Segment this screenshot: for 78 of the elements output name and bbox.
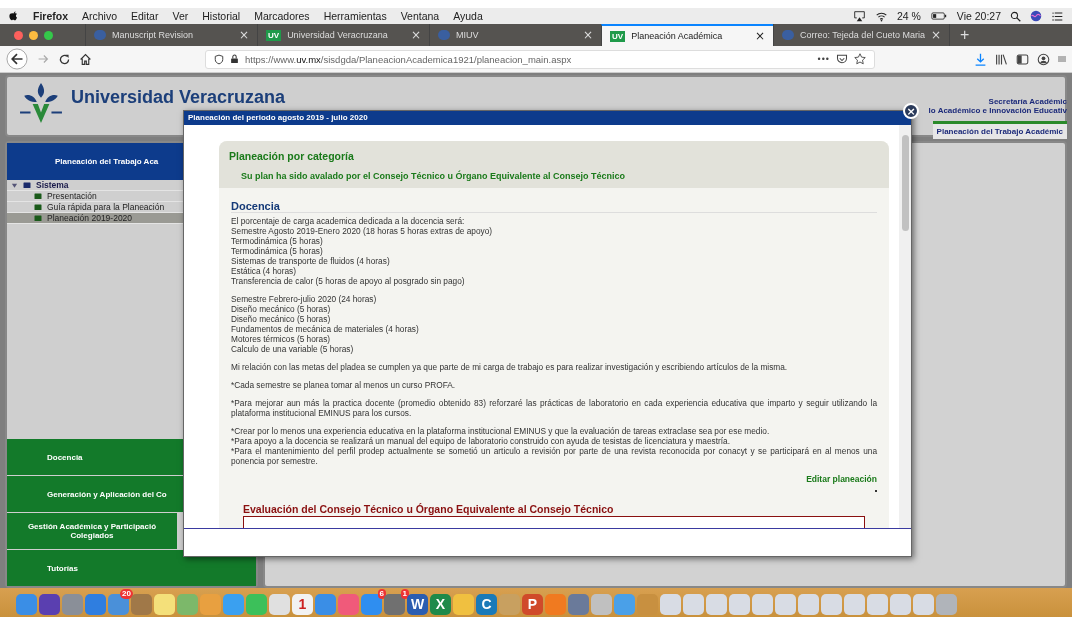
close-tab-button[interactable]: × xyxy=(238,28,249,42)
page-actions-button[interactable]: ••• xyxy=(817,54,830,64)
app-icon[interactable]: P xyxy=(522,593,543,615)
minimize-window-button[interactable] xyxy=(29,30,38,40)
battery-percent: 24 % xyxy=(896,10,921,22)
sidebar-icon xyxy=(1016,52,1029,66)
plan-text: Diseño mecánico (5 horas) xyxy=(231,314,332,324)
scrollbar[interactable] xyxy=(899,125,911,528)
url-text: https://www.uv.mx/sisdgda/PlaneacionAcademica1921/planeacion_main.aspx xyxy=(245,53,573,65)
plan-text: Sistemas de transporte de fluidos (4 horas) xyxy=(231,256,391,266)
close-tab-button[interactable]: × xyxy=(754,29,765,43)
menu-item[interactable]: Ventana xyxy=(400,10,440,22)
address-field[interactable]: https://www.uv.mx/sisdgda/PlaneacionAcademica1921/planeacion_main.aspx ••• xyxy=(205,49,875,69)
app-icon[interactable]: C xyxy=(476,593,497,615)
lock-icon xyxy=(230,54,239,64)
plan-text: *Crear por lo menos una experiencia educativa en la plataforma institucional EMINUS y que la evaluación de tareas extraclase sea por ese medio. xyxy=(231,426,771,436)
plan-text: Termodinámica (5 horas) xyxy=(231,246,324,256)
siri-icon xyxy=(1030,10,1042,22)
library-icon xyxy=(995,52,1008,66)
plan-text: Estática (4 horas) xyxy=(231,266,298,276)
category-button[interactable]: Tutorías xyxy=(7,549,256,586)
plan-text: Fundamentos de mecánica de materiales (4 horas) xyxy=(231,324,420,334)
tab-favicon xyxy=(94,30,106,40)
plan-text: Diseño mecánico (5 horas) xyxy=(231,304,332,314)
account-icon xyxy=(1037,52,1050,66)
university-logo-icon xyxy=(17,81,65,125)
expand-triangle-icon xyxy=(11,181,18,189)
menu-item[interactable]: Marcadores xyxy=(254,10,310,22)
menu-item[interactable]: Herramientas xyxy=(323,10,387,22)
section-label: Planeación del Trabajo Académic xyxy=(932,121,1067,139)
menu-item[interactable]: Ayuda xyxy=(453,10,483,22)
list-icon xyxy=(1051,10,1064,22)
home-icon xyxy=(79,52,92,66)
menu-item[interactable]: Ver xyxy=(172,10,189,22)
edit-plan-link[interactable]: Editar planeación xyxy=(806,474,877,484)
search-icon xyxy=(1010,10,1021,22)
apple-icon xyxy=(8,10,19,22)
menu-item[interactable]: Editar xyxy=(131,10,159,22)
download-icon xyxy=(974,52,987,66)
plan-text: Transferencia de calor (5 horas de apoyo al posgrado sin pago) xyxy=(231,276,466,286)
airplay-icon xyxy=(852,10,866,22)
plan-text: Motores térmicos (5 horas) xyxy=(231,334,332,344)
wifi-icon xyxy=(874,10,888,22)
app-icon[interactable]: X xyxy=(430,593,451,615)
tab-favicon: UV xyxy=(610,30,626,42)
menubar-clock[interactable]: Vie 20:27 xyxy=(956,10,1001,22)
tab-favicon xyxy=(782,30,794,40)
direccion-label: lo Académico e Innovación Educativ xyxy=(928,106,1067,115)
browser-tab[interactable]: UV Planeación Académica × xyxy=(601,24,773,46)
tab-favicon xyxy=(438,30,450,40)
reload-icon xyxy=(58,52,71,66)
app-icon[interactable]: W xyxy=(407,593,428,615)
app-icon[interactable]: 1 xyxy=(292,593,313,615)
menu-item[interactable]: Historial xyxy=(202,10,241,22)
plan-text: *Cada semestre se planea tomar al menos un curso PROFA. xyxy=(231,380,457,390)
menu-item[interactable]: Archivo xyxy=(82,10,118,22)
star-icon xyxy=(854,53,866,65)
plan-text: Mi relación con las metas del pladea se cumplen ya que parte de mi carga de trabajo es para realizar investigación y escribiendo artículos de la misma. xyxy=(231,362,789,372)
plan-text: Semestre Febrero-julio 2020 (24 horas) xyxy=(231,294,378,304)
forward-icon xyxy=(36,52,50,66)
plan-text: Termodinámica (5 horas) xyxy=(231,236,324,246)
battery-icon xyxy=(929,11,948,21)
pocket-icon xyxy=(836,53,848,65)
plan-text: *Para mejorar aun más la practica docente (promedio obtenido 83) reforzaré las prácticas de laboratorio en cada experiencia educativa que imparto y seguir utilizando la plataforma institucional EMINUS para los cursos. xyxy=(231,398,877,418)
category-button[interactable]: Gestión Académica y Participació Colegiados xyxy=(7,512,177,549)
close-window-button[interactable] xyxy=(14,30,23,40)
plan-text: Calculo de una variable (5 horas) xyxy=(231,344,355,354)
tab-favicon: UV xyxy=(266,29,282,41)
close-tab-button[interactable]: × xyxy=(582,28,593,42)
university-name: Universidad Veracruzana xyxy=(71,87,286,108)
secretaria-label: Secretaría Académic xyxy=(988,97,1067,106)
plan-text: Semestre Agosto 2019-Enero 2020 (18 horas 5 horas extras de apoyo) xyxy=(231,226,494,236)
section-title: Docencia xyxy=(231,191,877,213)
close-tab-button[interactable]: × xyxy=(410,28,421,42)
app-menu[interactable]: Firefox xyxy=(33,10,68,22)
zoom-window-button[interactable] xyxy=(44,30,53,40)
shield-icon xyxy=(214,53,224,65)
close-tab-button[interactable]: × xyxy=(930,28,941,42)
